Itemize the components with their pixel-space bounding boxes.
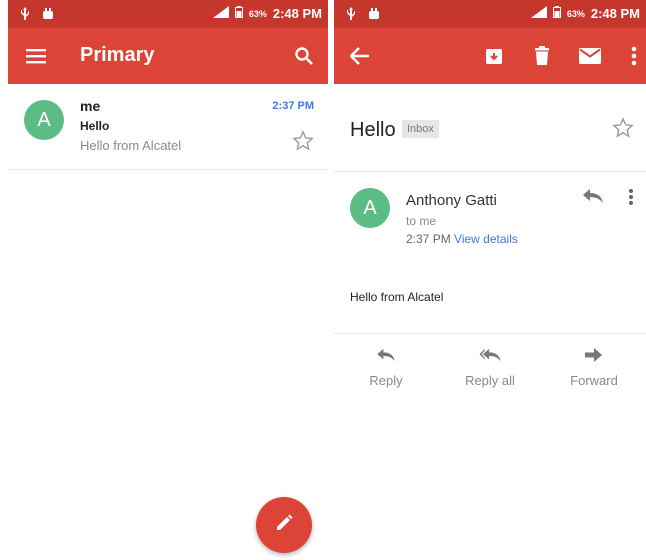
avatar: A	[24, 100, 64, 140]
reply-all-label: Reply all	[465, 373, 515, 388]
reply-label: Reply	[369, 373, 403, 388]
reply-all-icon	[477, 348, 503, 367]
status-time: 2:48 PM	[590, 6, 640, 21]
email-list-item[interactable]: A me Hello Hello from Alcatel 2:37 PM	[8, 84, 328, 170]
battery-percent: 63%	[566, 8, 585, 19]
back-arrow-icon[interactable]	[346, 42, 374, 70]
message-time: 2:37 PM	[406, 232, 451, 246]
message-detail-screen: 63% 2:48 PM Hello Inbox A Anthony Gatti …	[334, 0, 646, 560]
usb-icon	[20, 7, 30, 23]
email-snippet: Hello from Alcatel	[80, 138, 182, 153]
usb-icon	[346, 7, 356, 23]
message-subject: Hello	[350, 119, 396, 141]
compose-button[interactable]	[256, 497, 312, 553]
mail-icon[interactable]	[576, 42, 604, 70]
delete-icon[interactable]	[528, 42, 556, 70]
message-sender: Anthony Gatti	[406, 192, 497, 209]
battery-icon	[234, 6, 243, 21]
reply-icon[interactable]	[582, 188, 604, 209]
message-time-line: 2:37 PM View details	[406, 232, 518, 246]
reply-button[interactable]: Reply	[341, 334, 431, 397]
page-title: Primary	[80, 44, 155, 66]
status-bar: 63% 2:48 PM	[334, 0, 646, 28]
view-details-link[interactable]: View details	[454, 232, 518, 246]
android-icon	[42, 7, 54, 23]
signal-icon	[212, 6, 229, 21]
app-bar: Primary	[8, 28, 328, 84]
forward-icon	[585, 348, 603, 367]
forward-label: Forward	[570, 373, 618, 388]
email-time: 2:37 PM	[272, 100, 314, 112]
avatar: A	[350, 188, 390, 228]
status-bar: 63% 2:48 PM	[8, 0, 328, 28]
inbox-label[interactable]: Inbox	[402, 120, 439, 138]
star-icon[interactable]	[612, 117, 634, 144]
battery-percent: 63%	[248, 8, 267, 19]
inbox-screen: 63% 2:48 PM Primary A me Hello Hello fro…	[8, 0, 328, 560]
subject-header: Hello Inbox	[334, 84, 646, 172]
message-actions: Reply Reply all Forward	[334, 333, 646, 397]
reply-all-button[interactable]: Reply all	[445, 334, 535, 397]
email-subject: Hello	[80, 119, 110, 133]
android-icon	[368, 7, 380, 23]
status-time: 2:48 PM	[272, 6, 322, 21]
archive-icon[interactable]	[480, 42, 508, 70]
forward-button[interactable]: Forward	[549, 334, 639, 397]
more-vert-icon[interactable]	[628, 188, 634, 211]
signal-icon	[530, 6, 547, 21]
more-vert-icon[interactable]	[620, 42, 646, 70]
message-recipient: to me	[406, 214, 437, 228]
menu-icon[interactable]	[22, 42, 50, 70]
app-bar	[334, 28, 646, 84]
message-header: A Anthony Gatti to me 2:37 PM View detai…	[334, 172, 646, 260]
email-sender: me	[80, 98, 101, 114]
reply-icon	[375, 348, 397, 367]
battery-icon	[552, 6, 561, 21]
star-icon[interactable]	[292, 130, 314, 157]
message-body: Hello from Alcatel	[350, 290, 444, 304]
search-icon[interactable]	[290, 42, 318, 70]
pencil-icon	[274, 513, 294, 538]
